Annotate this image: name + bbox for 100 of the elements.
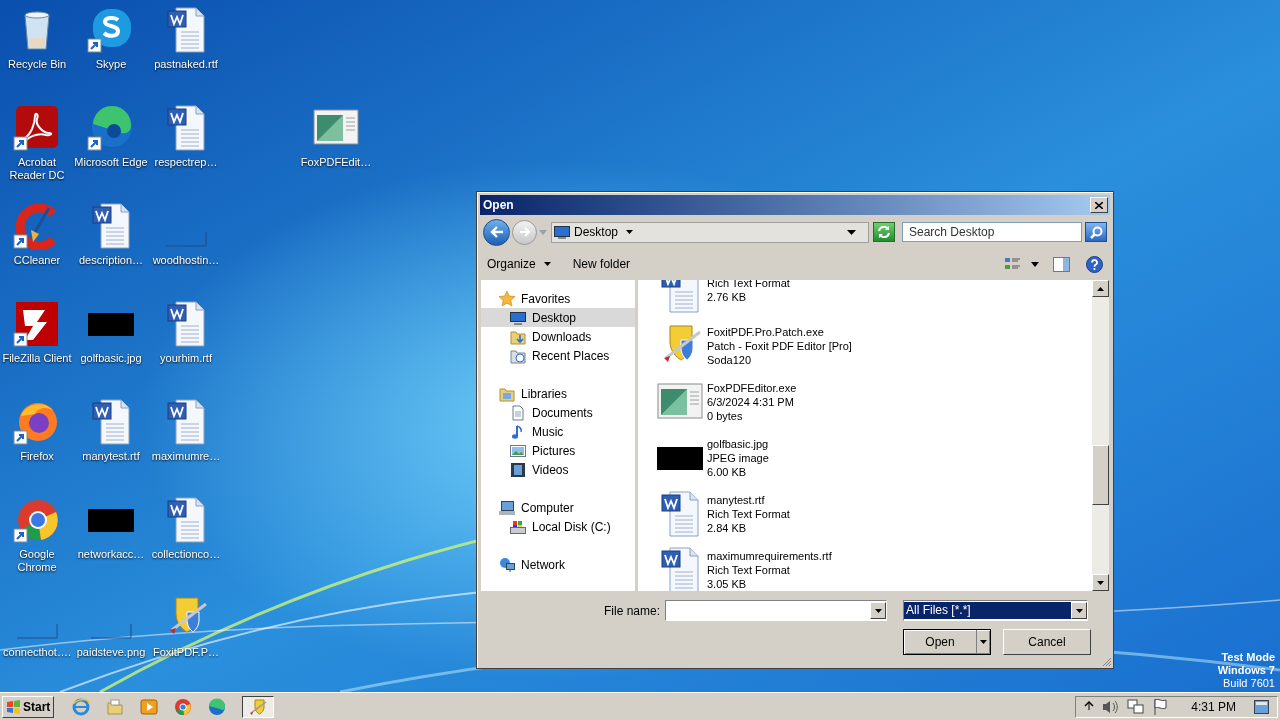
- os-notice-text: Windows 7: [1217, 664, 1275, 677]
- network-icon[interactable]: [1127, 698, 1145, 715]
- file-detail: Soda120: [707, 353, 753, 367]
- icon-label: paidsteve.png: [75, 646, 147, 659]
- icon-label: FileZilla Client: [1, 352, 73, 365]
- nav-item[interactable]: Desktop: [481, 308, 635, 327]
- picture-icon: [510, 442, 526, 459]
- show-desktop-icon[interactable]: [1254, 699, 1269, 714]
- scroll-up-button[interactable]: [1092, 280, 1109, 297]
- shield-icon: [249, 697, 268, 716]
- file-detail: Rich Text Format: [707, 507, 790, 521]
- scrollbar[interactable]: [1092, 280, 1109, 591]
- network-icon: [499, 556, 515, 573]
- refresh-button[interactable]: [873, 222, 895, 242]
- caret-icon: [980, 640, 987, 644]
- computer-icon: [499, 499, 515, 516]
- monitor-icon: [510, 309, 526, 326]
- close-button[interactable]: [1090, 197, 1108, 213]
- caret-icon[interactable]: [874, 608, 882, 613]
- monitor-icon: [554, 225, 570, 239]
- icon-label: Google Chrome: [16, 548, 58, 574]
- file-name[interactable]: maximumrequirements.rtf: [707, 549, 832, 563]
- icon-label: maximumre…: [150, 450, 222, 463]
- icon-label: description…: [77, 254, 145, 267]
- icon-label: collectionco…: [150, 548, 222, 561]
- file-detail: 6.00 KB: [707, 465, 748, 479]
- scrollbar-thumb[interactable]: [1092, 445, 1109, 505]
- file-name-field[interactable]: [665, 600, 887, 621]
- icon-label: CCleaner: [12, 254, 62, 267]
- address-location[interactable]: Desktop: [574, 223, 619, 241]
- icon-label: manytest.rtf: [81, 450, 141, 463]
- file-detail: Patch - Foxit PDF Editor [Pro]: [707, 339, 852, 353]
- help-icon[interactable]: [1086, 255, 1103, 273]
- windows-logo-icon: [6, 699, 21, 714]
- icon-label: golfbasic.jpg: [79, 352, 143, 365]
- browser-icon[interactable]: [87, 104, 135, 152]
- drive-icon: [510, 518, 526, 535]
- back-button[interactable]: [483, 218, 510, 246]
- speaker-icon[interactable]: [1102, 698, 1120, 715]
- icon-label: Microsoft Edge: [73, 156, 149, 169]
- refresh-icon: [877, 226, 891, 238]
- file-detail: Rich Text Format: [707, 280, 790, 290]
- address-bar[interactable]: Desktop: [551, 221, 869, 243]
- icon-label: yourhim.rtf: [159, 352, 213, 365]
- file-detail: 2.76 KB: [707, 290, 748, 304]
- icon-label: respectrep…: [153, 156, 219, 169]
- folder-icon: [499, 385, 515, 402]
- cancel-button[interactable]: Cancel: [1003, 629, 1091, 655]
- icon-label: Acrobat Reader DC: [8, 156, 66, 182]
- folder-icon: [510, 328, 526, 345]
- arrow-icon: [1097, 286, 1104, 291]
- taskbar-button[interactable]: [242, 695, 275, 718]
- file-detail: Rich Text Format: [707, 563, 791, 577]
- app-icon[interactable]: [13, 104, 61, 152]
- new-folder-button[interactable]: New folder: [572, 255, 631, 273]
- field-label: File name:: [602, 602, 661, 620]
- start-button[interactable]: Start: [2, 695, 55, 718]
- file-name[interactable]: golfbasic.jpg: [707, 437, 769, 451]
- open-button[interactable]: Open: [903, 629, 991, 655]
- file-detail: JPEG image: [707, 451, 769, 465]
- file-name[interactable]: manytest.rtf: [707, 493, 790, 507]
- icon-label: woodhostin…: [151, 254, 221, 267]
- file-name[interactable]: FoxPDFEditor.exe: [707, 381, 797, 395]
- file-type-dropdown[interactable]: All Files [*.*]: [903, 600, 1088, 621]
- icon-label: connecthot….: [2, 646, 72, 659]
- caret-icon[interactable]: [1031, 261, 1039, 267]
- search-button[interactable]: [1085, 222, 1107, 242]
- icon-label: networkacc…: [76, 548, 146, 561]
- file-detail: 6/3/2024 4:31 PM: [707, 395, 795, 409]
- view-options-icon[interactable]: [1005, 257, 1021, 271]
- document-icon: [510, 404, 526, 421]
- icon-label: pastnaked.rtf: [153, 58, 219, 71]
- os-notice-text: Build 7601: [1223, 677, 1275, 690]
- search-field[interactable]: Search Desktop: [902, 222, 1082, 242]
- app-icon[interactable]: [13, 300, 61, 348]
- caret-icon[interactable]: [847, 229, 856, 235]
- arrow-left-icon: [489, 226, 504, 238]
- file-detail: 0 bytes: [707, 409, 744, 423]
- film-icon: [510, 461, 526, 478]
- media-player-icon[interactable]: [140, 697, 159, 716]
- clock[interactable]: 4:31 PM: [1191, 697, 1236, 716]
- star-icon: [499, 290, 515, 307]
- close-icon: [1095, 201, 1103, 209]
- file-name[interactable]: FoxitPDF.Pro.Patch.exe: [707, 325, 852, 339]
- file-detail: 2.84 KB: [707, 521, 748, 535]
- organize-button[interactable]: Organize: [487, 255, 551, 273]
- caret-icon: [543, 262, 551, 266]
- caret-icon[interactable]: [1075, 608, 1083, 613]
- caret-icon[interactable]: [626, 230, 634, 234]
- resize-grip-icon[interactable]: [1102, 657, 1112, 667]
- flag-icon[interactable]: [1152, 698, 1170, 715]
- preview-pane-icon[interactable]: [1053, 256, 1070, 272]
- search-icon: [1089, 225, 1103, 239]
- folder-icon: [510, 347, 526, 364]
- window-title: Open: [483, 197, 514, 214]
- scroll-down-button[interactable]: [1092, 574, 1109, 591]
- os-notice-text: Test Mode: [1221, 651, 1275, 664]
- arrow-icon: [1097, 580, 1104, 585]
- icon-label: Recycle Bin: [6, 58, 68, 71]
- icon-label: FoxPDFEdit…: [299, 156, 373, 169]
